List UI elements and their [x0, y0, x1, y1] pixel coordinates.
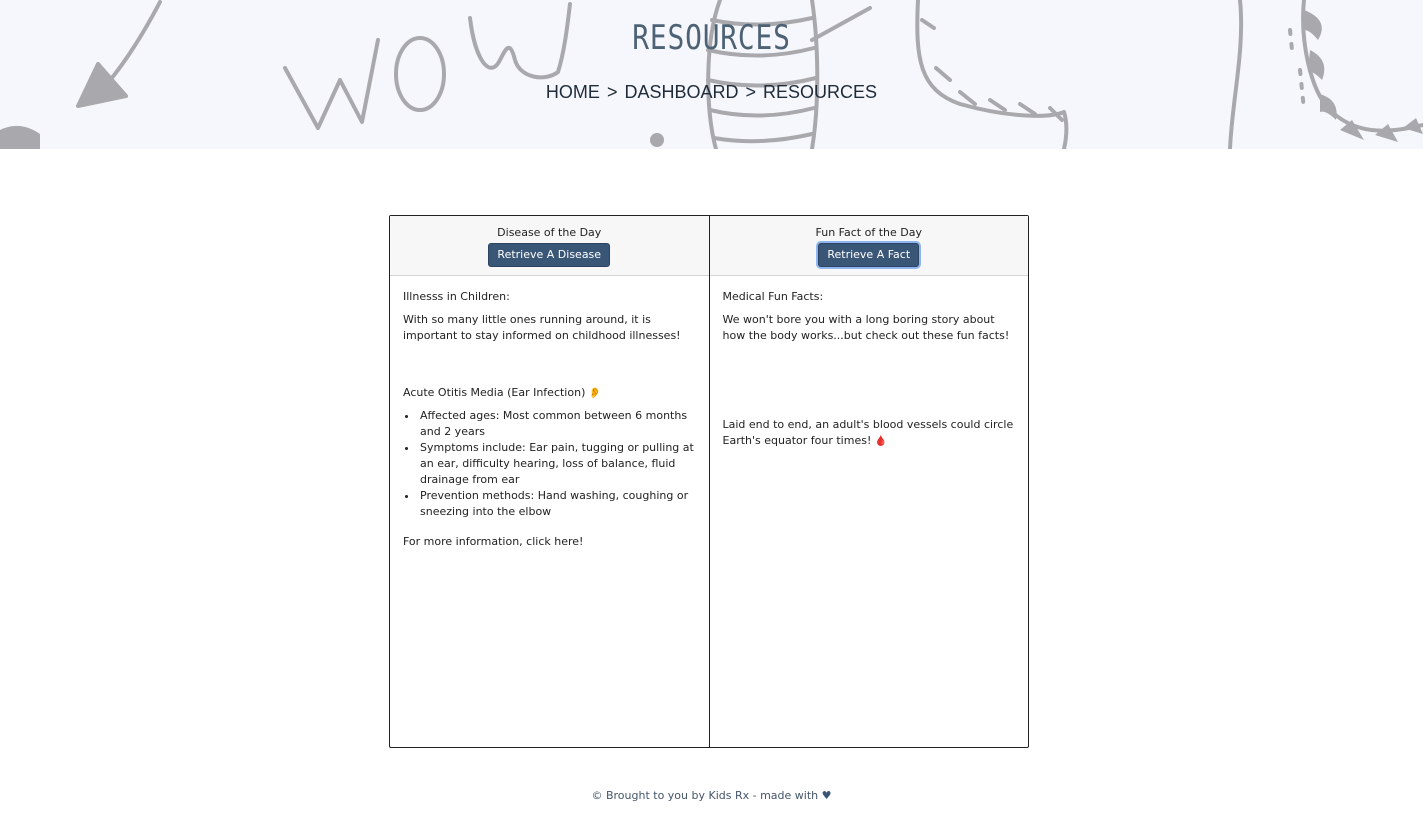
- resource-cards: Disease of the Day Retrieve A Disease Il…: [389, 215, 1029, 748]
- page-title: RESOURCES: [632, 18, 791, 58]
- fact-card-title: Fun Fact of the Day: [815, 226, 922, 239]
- disease-name: Acute Otitis Media (Ear Infection): [403, 386, 586, 399]
- fact-card-header: Fun Fact of the Day Retrieve A Fact: [709, 216, 1028, 276]
- more-info-link[interactable]: For more information, click here!: [403, 534, 696, 550]
- disease-heading: Illnesss in Children:: [403, 290, 510, 303]
- breadcrumb-home-link[interactable]: HOME: [546, 82, 600, 102]
- disease-intro: With so many little ones running around,…: [403, 313, 681, 342]
- footer-text: © Brought to you by Kids Rx - made with: [591, 789, 819, 802]
- disease-name-line: Acute Otitis Media (Ear Infection) 👂: [403, 385, 696, 402]
- breadcrumb-separator: >: [745, 82, 757, 102]
- fact-text-line: Laid end to end, an adult's blood vessel…: [723, 417, 1016, 450]
- disease-details-list: Affected ages: Most common between 6 mon…: [403, 408, 696, 520]
- ear-icon: 👂: [588, 388, 602, 399]
- breadcrumb-dashboard-link[interactable]: DASHBOARD: [624, 82, 738, 102]
- breadcrumb-current: RESOURCES: [763, 82, 878, 102]
- list-item: Affected ages: Most common between 6 mon…: [418, 408, 696, 440]
- retrieve-fact-button[interactable]: Retrieve A Fact: [818, 243, 920, 267]
- hero-banner: RESOURCES HOME > DASHBOARD > RESOURCES: [0, 0, 1423, 149]
- breadcrumb-separator: >: [606, 82, 618, 102]
- footer: © Brought to you by Kids Rx - made with …: [0, 789, 1423, 802]
- disease-card-body: Illnesss in Children: With so many littl…: [390, 276, 709, 550]
- fact-text: Laid end to end, an adult's blood vessel…: [722, 418, 1014, 447]
- fact-heading: Medical Fun Facts:: [722, 290, 824, 303]
- fact-card-body: Medical Fun Facts: We won't bore you wit…: [710, 276, 1029, 450]
- heart-icon: ♥: [821, 789, 832, 802]
- retrieve-disease-button[interactable]: Retrieve A Disease: [488, 243, 611, 267]
- fact-card: Fun Fact of the Day Retrieve A Fact Medi…: [708, 216, 1029, 747]
- disease-card-header: Disease of the Day Retrieve A Disease: [390, 216, 709, 276]
- disease-card-title: Disease of the Day: [497, 226, 602, 239]
- blood-drop-icon: 🩸: [874, 436, 888, 447]
- list-item: Symptoms include: Ear pain, tugging or p…: [418, 440, 696, 488]
- fact-intro: We won't bore you with a long boring sto…: [722, 313, 1010, 342]
- list-item: Prevention methods: Hand washing, coughi…: [418, 488, 696, 520]
- disease-card: Disease of the Day Retrieve A Disease Il…: [390, 216, 709, 747]
- breadcrumb: HOME > DASHBOARD > RESOURCES: [0, 82, 1423, 103]
